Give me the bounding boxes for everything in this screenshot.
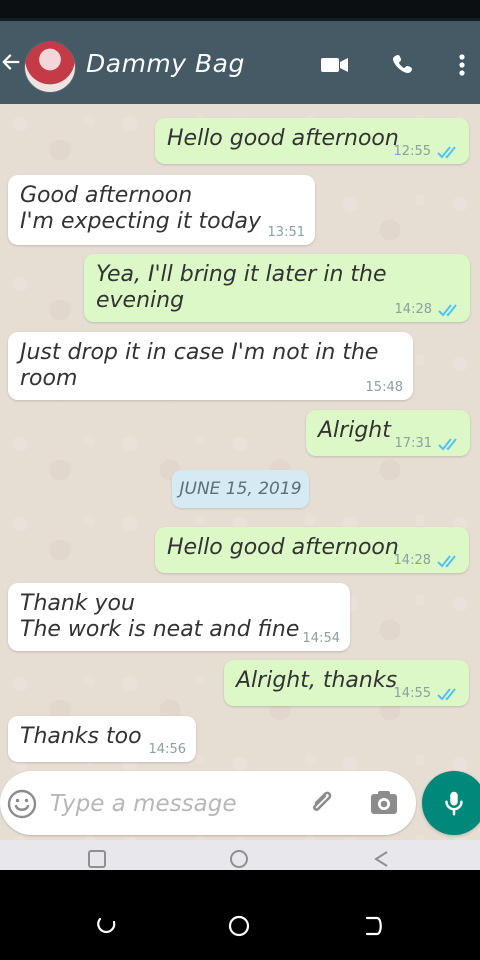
home-icon[interactable] (226, 913, 252, 939)
double-check-icon (437, 687, 456, 700)
message-meta: 15:48 (366, 380, 403, 395)
message-outgoing[interactable]: Alright, thanks 14:55 (224, 660, 469, 706)
message-outgoing[interactable]: Hello good afternoon 12:55 (155, 118, 469, 164)
contact-name[interactable]: Dammy Bag (86, 49, 245, 78)
double-check-icon (438, 303, 457, 316)
navigation-strip (0, 840, 480, 870)
recent-apps-icon (88, 850, 106, 868)
message-time: 17:31 (394, 436, 432, 451)
avatar[interactable] (24, 41, 76, 93)
message-incoming[interactable]: Good afternoon I'm expecting it today 13… (8, 175, 315, 245)
message-text: Good afternoon I'm expecting it today (20, 183, 262, 234)
mic-icon (445, 791, 463, 816)
message-meta: 14:28 (394, 553, 459, 568)
message-time: 14:55 (393, 686, 431, 701)
back-icon (374, 851, 388, 867)
chat-area[interactable]: Hello good afternoon 12:55 Good afternoo… (0, 104, 480, 870)
chat-header: Dammy Bag (0, 18, 480, 104)
message-time: 14:56 (148, 742, 186, 757)
back-arrow-icon[interactable] (0, 51, 22, 73)
message-meta: 14:56 (149, 742, 186, 757)
double-check-icon (437, 145, 456, 158)
message-meta: 13:51 (268, 225, 305, 240)
message-incoming[interactable]: Thank you The work is neat and fine 14:5… (8, 583, 350, 651)
message-meta: 12:55 (394, 144, 459, 159)
more-options-icon[interactable] (452, 51, 472, 79)
home-icon (230, 850, 248, 868)
system-navigation-bar (0, 870, 480, 960)
message-incoming[interactable]: Thanks too 14:56 (8, 716, 196, 762)
mic-button[interactable] (422, 771, 480, 835)
message-meta: 17:31 (395, 436, 460, 451)
video-call-icon[interactable] (320, 51, 350, 79)
phone-call-icon[interactable] (390, 51, 420, 79)
message-composer (0, 771, 416, 835)
message-outgoing[interactable]: Yea, I'll bring it later in the evening … (84, 254, 470, 322)
message-time: 12:55 (393, 144, 431, 159)
message-time: 14:28 (393, 553, 431, 568)
message-time: 15:48 (365, 380, 403, 395)
message-meta: 14:55 (394, 686, 459, 701)
double-check-icon (437, 554, 456, 567)
message-text: Just drop it in case I'm not in the room (20, 340, 379, 391)
message-meta: 14:28 (395, 302, 460, 317)
double-check-icon (438, 437, 457, 450)
message-meta: 14:54 (303, 631, 340, 646)
message-text: Thank you The work is neat and fine (20, 591, 300, 642)
message-input[interactable] (48, 783, 302, 825)
message-time: 13:51 (267, 225, 305, 240)
date-separator: JUNE 15, 2019 (172, 470, 309, 508)
back-icon[interactable] (360, 913, 386, 939)
emoji-icon[interactable] (6, 788, 38, 820)
recent-apps-icon[interactable] (94, 913, 120, 939)
message-outgoing[interactable]: Alright 17:31 (306, 410, 470, 456)
status-bar (0, 0, 480, 18)
message-time: 14:28 (394, 302, 432, 317)
attach-icon[interactable] (307, 787, 337, 817)
message-outgoing[interactable]: Hello good afternoon 14:28 (155, 527, 469, 573)
message-incoming[interactable]: Just drop it in case I'm not in the room… (8, 332, 413, 400)
camera-icon[interactable] (368, 788, 400, 818)
message-time: 14:54 (302, 631, 340, 646)
